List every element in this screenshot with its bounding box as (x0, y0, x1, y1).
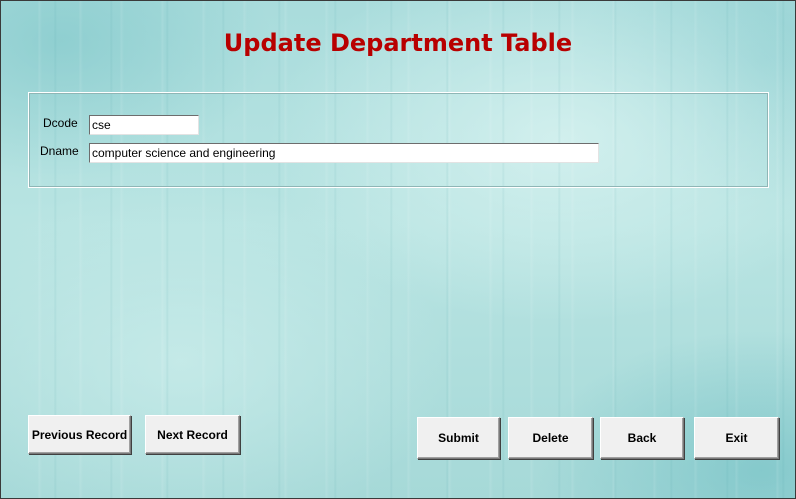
exit-button[interactable]: Exit (694, 417, 779, 459)
department-form-panel: Dcode Dname (28, 92, 769, 188)
update-department-window: Update Department Table Dcode Dname Prev… (0, 0, 796, 499)
dname-field[interactable] (89, 143, 599, 163)
page-title: Update Department Table (223, 29, 573, 57)
submit-button[interactable]: Submit (417, 417, 500, 459)
dcode-field[interactable] (89, 115, 199, 135)
previous-record-button[interactable]: Previous Record (28, 415, 131, 454)
back-button[interactable]: Back (600, 417, 684, 459)
next-record-button[interactable]: Next Record (145, 415, 240, 454)
dcode-label: Dcode (43, 116, 78, 130)
delete-button[interactable]: Delete (508, 417, 593, 459)
dname-label: Dname (40, 144, 79, 158)
